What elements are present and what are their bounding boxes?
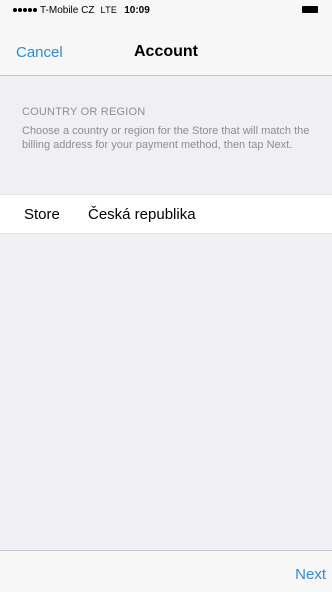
section-header: COUNTRY OR REGION: [22, 106, 146, 118]
navigation-bar: Cancel Account: [0, 20, 332, 76]
network-type: LTE: [100, 5, 118, 15]
status-bar: T-Mobile CZ LTE 10:09: [0, 0, 332, 20]
battery-icon: [302, 6, 318, 13]
bottom-toolbar: Next: [0, 550, 332, 592]
next-button[interactable]: Next: [295, 566, 326, 583]
section-description: Choose a country or region for the Store…: [22, 125, 310, 151]
store-country-value: Česká republika: [88, 206, 196, 223]
clock: 10:09: [124, 4, 150, 16]
store-label: Store: [24, 206, 60, 223]
signal-strength-icon: [13, 8, 37, 12]
carrier-name: T-Mobile CZ: [40, 4, 95, 16]
store-country-row[interactable]: Store Česká republika: [0, 194, 332, 234]
page-title: Account: [134, 43, 198, 60]
